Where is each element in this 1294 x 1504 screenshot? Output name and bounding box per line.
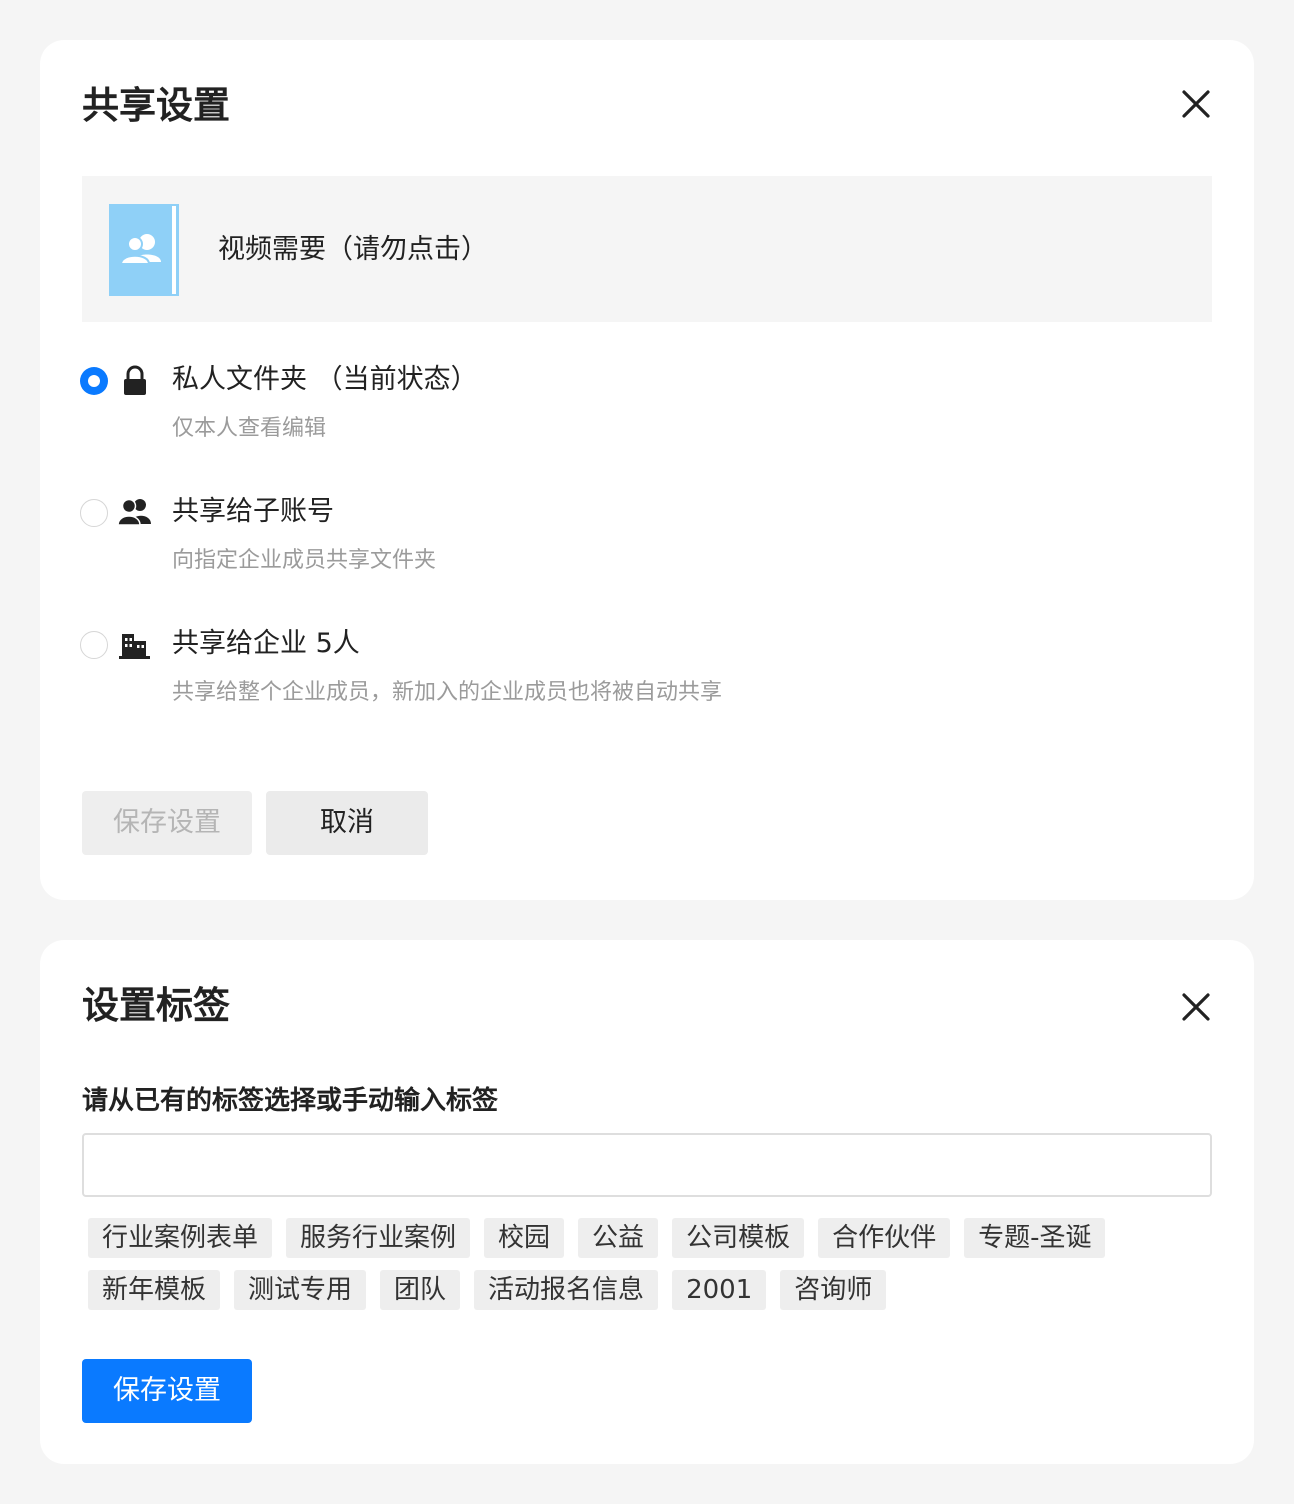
save-settings-button-disabled[interactable]: 保存设置 [82, 791, 252, 855]
radio-subaccount[interactable] [80, 499, 108, 527]
radio-enterprise[interactable] [80, 631, 108, 659]
tag-chip[interactable]: 团队 [380, 1270, 461, 1310]
tag-chip[interactable]: 活动报名信息 [474, 1270, 659, 1310]
option-enterprise[interactable]: 共享给企业 5人 共享给整个企业成员，新加入的企业成员也将被自动共享 [80, 628, 1080, 728]
tag-settings-dialog: 设置标签 请从已有的标签选择或手动输入标签 行业案例表单 服务行业案例 校园 公益 公司… [40, 940, 1254, 1464]
tag-chip[interactable]: 服务行业案例 [286, 1218, 471, 1258]
tag-prompt: 请从已有的标签选择或手动输入标签 [82, 1086, 499, 1116]
building-icon [118, 628, 152, 662]
option-desc: 共享给整个企业成员，新加入的企业成员也将被自动共享 [172, 680, 723, 705]
tag-chip[interactable]: 公益 [578, 1218, 659, 1258]
option-label: 共享给子账号 [172, 496, 334, 527]
option-private[interactable]: 私人文件夹 （当前状态） 仅本人查看编辑 [80, 364, 1080, 464]
tag-chip[interactable]: 2001 [672, 1270, 767, 1310]
option-label: 共享给企业 5人 [172, 628, 360, 659]
users-icon [117, 496, 152, 530]
share-settings-dialog: 共享设置 视频需要（请勿点击） 私人文件夹 （当前状态） 仅本人查看编辑 共享给… [40, 40, 1254, 900]
tag-row: 行业案例表单 服务行业案例 校园 公益 公司模板 合作伙伴 专题-圣诞 [88, 1218, 1208, 1258]
tag-list: 行业案例表单 服务行业案例 校园 公益 公司模板 合作伙伴 专题-圣诞 新年模板 测试专用 团队… [88, 1218, 1208, 1322]
tag-row: 新年模板 测试专用 团队 活动报名信息 2001 咨询师 [88, 1270, 1208, 1310]
shared-folder-icon [109, 204, 181, 296]
save-tags-button[interactable]: 保存设置 [82, 1359, 252, 1423]
option-desc: 向指定企业成员共享文件夹 [172, 548, 437, 573]
tag-chip[interactable]: 校园 [484, 1218, 565, 1258]
tag-chip[interactable]: 公司模板 [672, 1218, 805, 1258]
tag-chip[interactable]: 合作伙伴 [818, 1218, 951, 1258]
tag-chip[interactable]: 新年模板 [88, 1270, 221, 1310]
option-subaccount[interactable]: 共享给子账号 向指定企业成员共享文件夹 [80, 496, 1080, 596]
lock-icon [118, 364, 152, 398]
folder-name: 视频需要（请勿点击） [218, 234, 488, 265]
tag-chip[interactable]: 行业案例表单 [88, 1218, 273, 1258]
tag-input[interactable] [82, 1133, 1212, 1197]
close-icon[interactable] [1178, 86, 1214, 122]
tag-chip[interactable]: 测试专用 [234, 1270, 367, 1310]
share-dialog-title: 共享设置 [82, 84, 230, 127]
tag-chip[interactable]: 咨询师 [780, 1270, 887, 1310]
tag-chip[interactable]: 专题-圣诞 [964, 1218, 1106, 1258]
option-label: 私人文件夹 （当前状态） [172, 364, 478, 395]
option-desc: 仅本人查看编辑 [172, 416, 327, 441]
tag-dialog-title: 设置标签 [82, 984, 230, 1027]
cancel-button[interactable]: 取消 [266, 791, 428, 855]
close-icon[interactable] [1178, 989, 1214, 1025]
radio-private[interactable] [80, 367, 108, 395]
folder-info: 视频需要（请勿点击） [82, 176, 1212, 322]
